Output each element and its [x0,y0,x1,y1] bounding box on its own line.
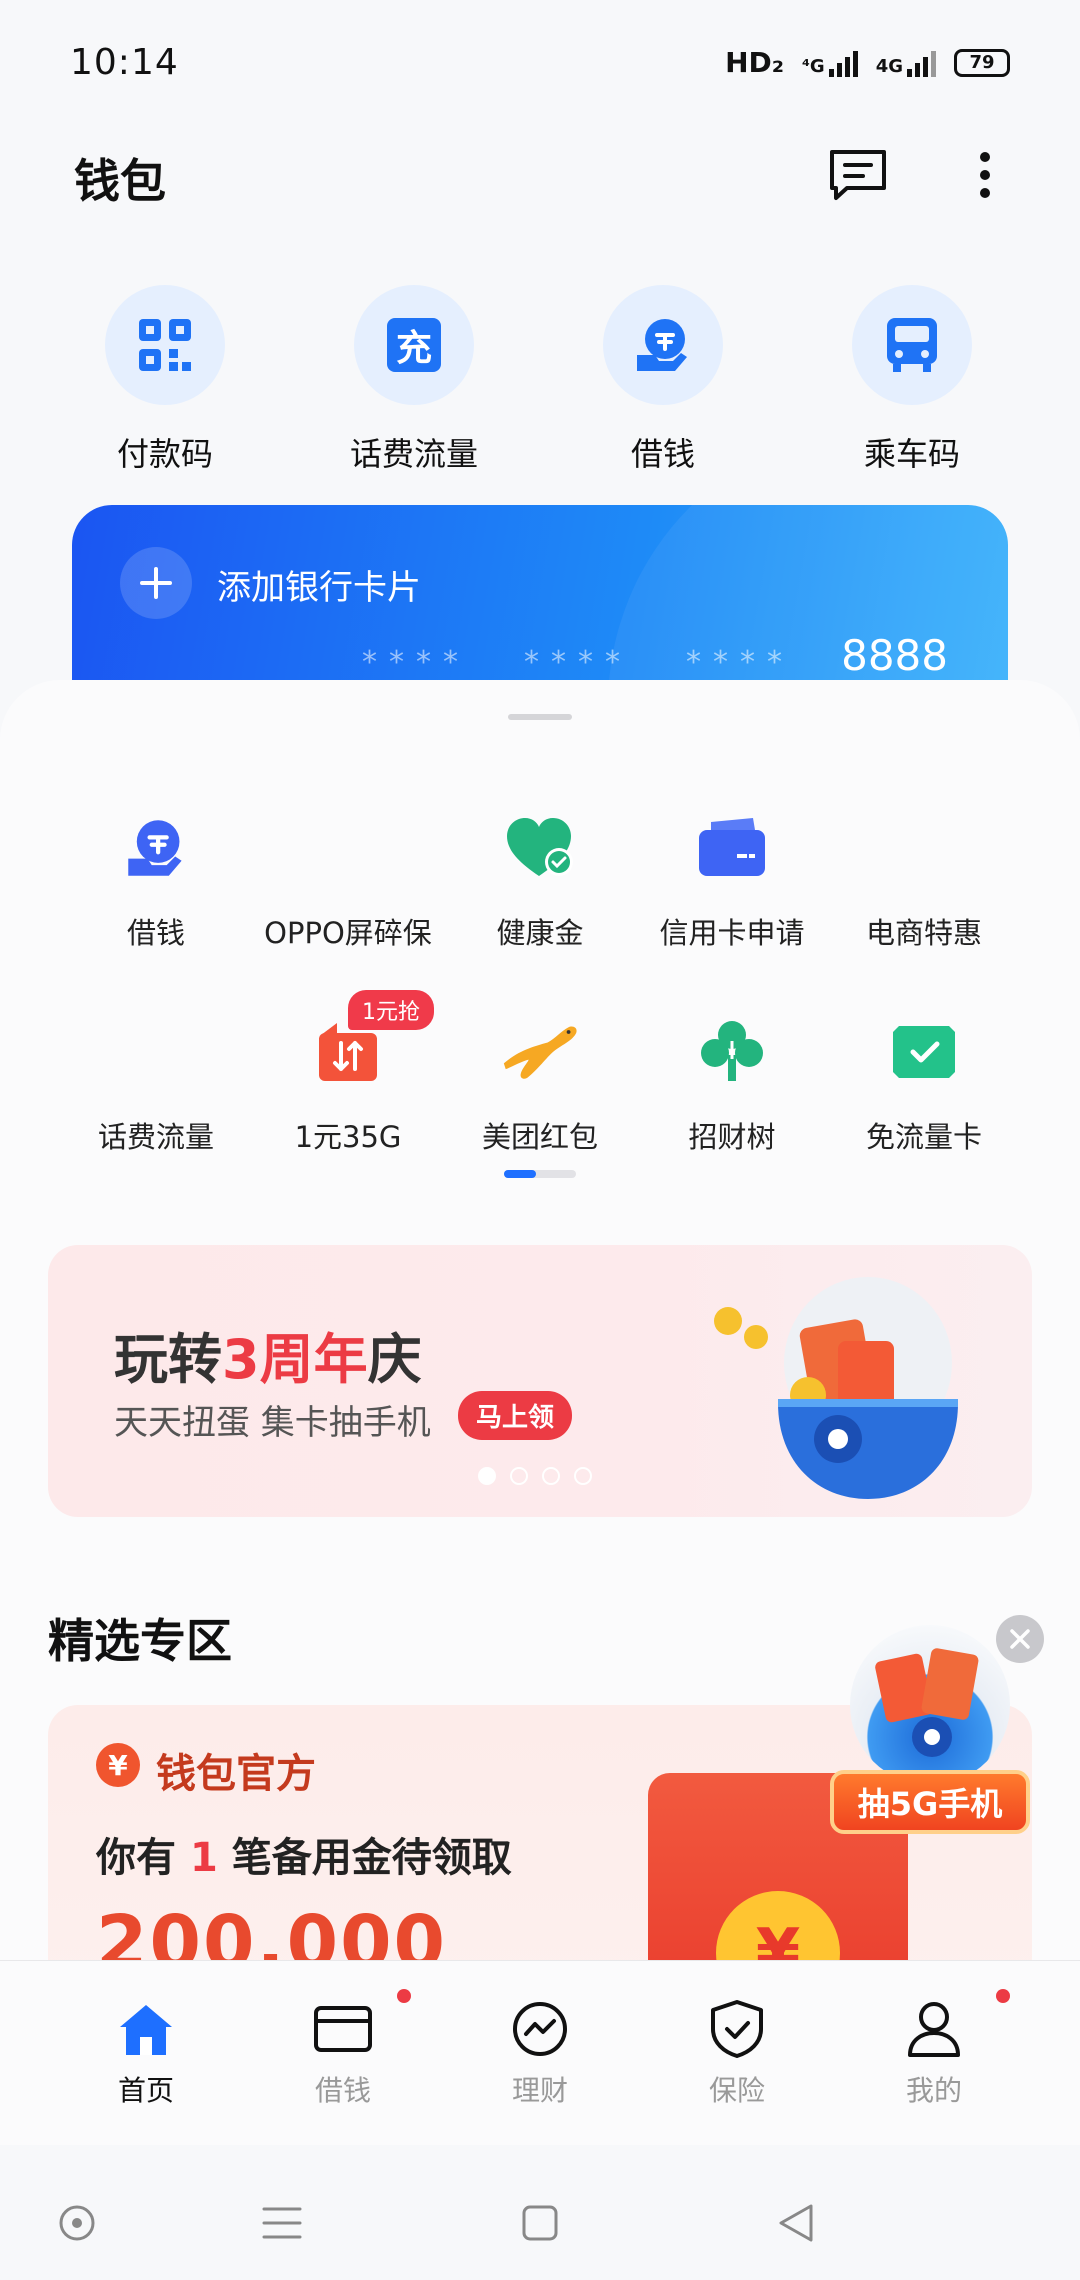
bottom-tab-bar: 首页 借钱 理财 保险 我的 [0,1960,1080,2145]
drag-handle[interactable] [508,714,572,720]
yuan-icon: ¥ [96,1743,140,1787]
service-label: 信用卡申请 [659,916,805,950]
page-title: 钱包 [74,154,166,208]
service-ecommerce[interactable]: 电商特惠 [828,808,1020,952]
tab-label: 首页 [117,2074,174,2107]
tab-mine[interactable]: 我的 [859,1989,1010,2109]
tab-insurance[interactable]: 保险 [662,1997,812,2109]
service-meituan[interactable]: 美团红包 [444,1012,636,1156]
home-square-icon[interactable] [510,2193,570,2253]
trend-icon [508,1997,572,2061]
assistant-icon[interactable] [47,2193,107,2253]
add-card-label[interactable]: 添加银行卡片 [217,560,421,609]
service-label: 借钱 [126,916,185,950]
plus-icon[interactable] [120,547,192,619]
service-data-package[interactable]: 1元抢 1元35G [252,990,444,1156]
meituan-kangaroo-icon [500,1012,580,1092]
more-icon[interactable] [950,140,1020,210]
service-loan[interactable]: 借钱 [60,808,252,952]
card-mask: **** [686,645,794,680]
health-heart-icon [500,808,580,888]
service-oppo-screen[interactable]: OPPO屏碎保 [252,808,444,952]
data-transfer-icon: 1元抢 [308,990,434,1092]
tab-finance[interactable]: 理财 [465,1997,615,2109]
loan-icon [116,808,196,888]
service-fortune-tree[interactable]: 招财树 [636,1012,828,1156]
service-label: 招财树 [688,1120,776,1154]
floating-ad-button[interactable]: 抽5G手机 [830,1770,1030,1834]
service-label: 1元35G [294,1120,402,1154]
check-card-icon [884,1012,964,1092]
tab-label: 保险 [708,2074,765,2107]
quick-action-label: 付款码 [116,435,213,473]
back-icon[interactable] [766,2193,826,2253]
quick-action-label: 话费流量 [349,435,478,473]
card-mask: **** [362,645,470,680]
status-indicators: HD₂ ⁴G 4G 79 [725,46,1010,79]
quick-action-label: 借钱 [630,435,695,473]
home-icon [114,1997,178,2061]
service-label: 电商特惠 [865,916,982,950]
feature-brand: 钱包官方 [156,1751,316,1797]
system-navigation-bar [0,2145,1080,2280]
person-icon [902,1989,1010,2061]
recharge-icon: 充 [354,285,474,405]
quick-action-payment-code[interactable]: 付款码 [85,285,245,475]
card-icon [311,1989,411,2061]
card-mask: **** [524,645,632,680]
bus-code-icon [852,285,972,405]
loan-icon [603,285,723,405]
status-time: 10:14 [70,42,179,83]
battery-icon: 79 [954,48,1010,77]
shield-icon [705,1997,769,2061]
service-credit-card[interactable]: 信用卡申请 [636,808,828,952]
signal-icon: ⁴G [802,49,858,77]
banner-title: 玩转3周年庆 [114,1328,422,1391]
claim-button[interactable]: 马上领 [458,1391,573,1440]
credit-card-icon [692,808,772,888]
feature-text: 你有 1 笔备用金待领取 [96,1835,512,1881]
section-title: 精选专区 [48,1614,232,1668]
notification-dot [996,1989,1010,2003]
tab-home[interactable]: 首页 [71,1997,221,2109]
service-label: 美团红包 [481,1120,598,1154]
signal-icon: 4G [876,49,936,77]
floating-gacha-icon[interactable] [850,1625,1010,1785]
service-label: 免流量卡 [865,1120,982,1154]
gacha-ball-icon [708,1263,968,1503]
message-icon[interactable] [823,140,893,210]
menu-icon[interactable] [252,2193,312,2253]
notification-dot [397,1989,411,2003]
clover-icon [692,1012,772,1092]
service-recharge[interactable]: 话费流量 [60,1012,252,1156]
promo-banner[interactable]: 玩转3周年庆 天天扭蛋 集卡抽手机 马上领 [48,1245,1032,1517]
close-icon[interactable] [996,1615,1044,1663]
tab-loan[interactable]: 借钱 [268,1989,418,2109]
quick-action-loan[interactable]: 借钱 [583,285,743,475]
payment-code-icon [105,285,225,405]
quick-action-recharge[interactable]: 充 话费流量 [334,285,494,475]
tab-label: 借钱 [314,2074,371,2107]
service-free-data-card[interactable]: 免流量卡 [828,1012,1020,1156]
hd-indicator: HD₂ [725,46,785,79]
quick-action-bus-code[interactable]: 乘车码 [832,285,992,475]
service-health[interactable]: 健康金 [444,808,636,952]
banner-pager [478,1467,592,1485]
tab-label: 我的 [905,2074,962,2107]
tab-label: 理财 [511,2074,568,2107]
quick-action-label: 乘车码 [863,435,960,473]
service-label: OPPO屏碎保 [264,916,432,950]
service-label: 健康金 [496,916,584,950]
card-last4: 8888 [841,631,948,680]
promo-badge: 1元抢 [348,990,434,1030]
service-pager-active [504,1170,536,1178]
service-label: 话费流量 [97,1120,214,1154]
banner-subtitle: 天天扭蛋 集卡抽手机 [114,1403,431,1443]
